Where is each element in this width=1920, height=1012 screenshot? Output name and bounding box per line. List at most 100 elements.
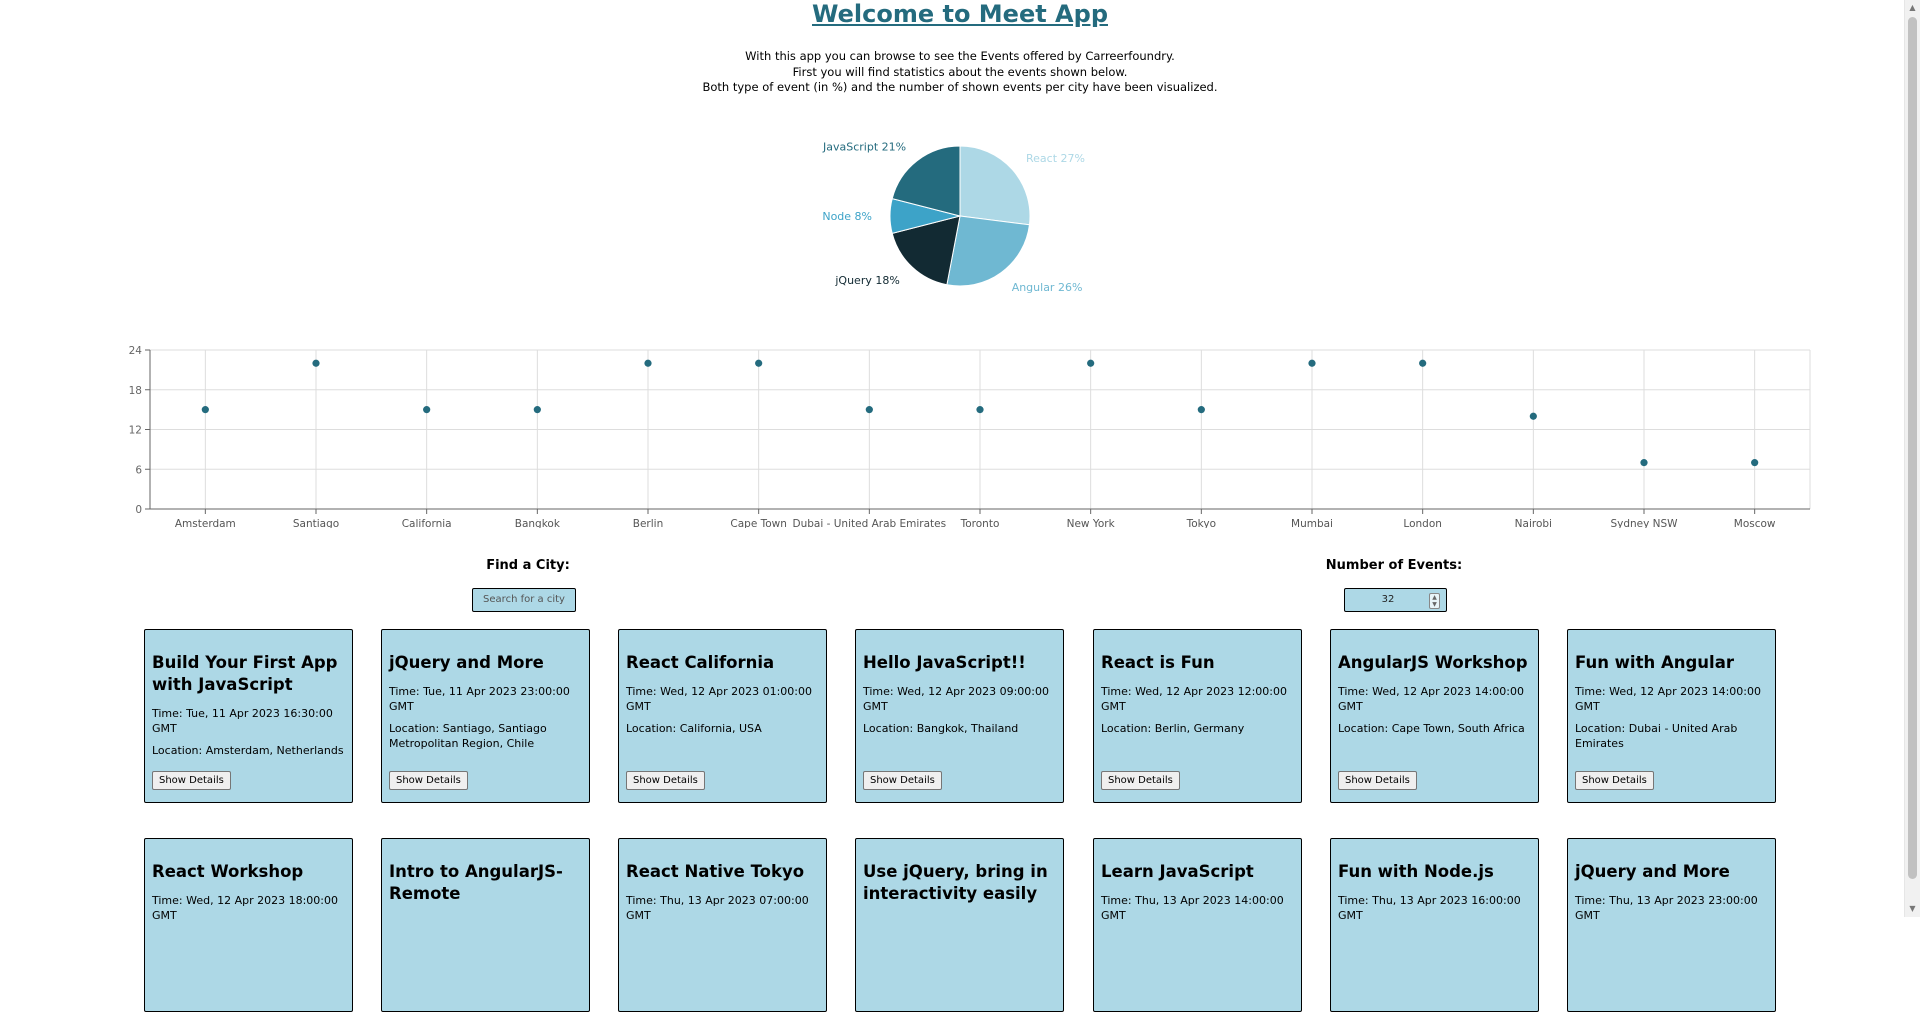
x-tick-label: Cape Town — [730, 518, 787, 528]
pie-slice-label: React 27% — [1026, 152, 1085, 165]
x-tick-label: Bangkok — [515, 518, 561, 528]
x-tick-label: California — [402, 518, 452, 528]
event-location: Location: Cape Town, South Africa — [1338, 722, 1525, 735]
event-card: Learn JavaScript Time: Thu, 13 Apr 2023 1… — [1093, 838, 1302, 1012]
intro-text: With this app you can browse to see the … — [0, 49, 1920, 96]
scatter-point[interactable] — [312, 359, 320, 367]
event-card: Fun with Angular Time: Wed, 12 Apr 2023 1… — [1567, 629, 1776, 803]
number-stepper-icon[interactable]: ▲ ▼ — [1429, 593, 1440, 609]
scrollbar-thumb[interactable] — [1908, 17, 1917, 879]
number-of-events-label: Number of Events: — [1325, 558, 1463, 573]
event-location: Location: Dubai - United Arab Emirates — [1575, 722, 1738, 750]
event-location: Location: California, USA — [626, 722, 762, 735]
event-title: Intro to AngularJS-Remote — [389, 862, 563, 903]
scatter-point[interactable] — [976, 406, 984, 414]
intro-line: Both type of event (in %) and the number… — [702, 80, 1218, 94]
show-details-button[interactable]: Show Details — [389, 771, 468, 790]
event-time: Time: Wed, 12 Apr 2023 18:00:00 GMT — [152, 894, 339, 922]
event-card: jQuery and More Time: Tue, 11 Apr 2023 23… — [381, 629, 590, 803]
pie-slice-react — [959, 145, 1031, 226]
scatter-point[interactable] — [644, 359, 652, 367]
pie-slice-label: Angular 26% — [1012, 281, 1083, 294]
number-of-events-input[interactable]: 32 ▲ ▼ — [1344, 588, 1447, 612]
event-time: Time: Wed, 12 Apr 2023 12:00:00 GMT — [1101, 685, 1288, 713]
event-card: Use jQuery, bring in interactivity easil… — [855, 838, 1064, 1012]
event-card: React Native Tokyo Time: Thu, 13 Apr 2023… — [618, 838, 827, 1012]
x-tick-label: Amsterdam — [175, 518, 236, 528]
event-title: React Native Tokyo — [626, 862, 805, 881]
x-tick-label: Mumbai — [1291, 518, 1333, 528]
scatter-point[interactable] — [865, 406, 873, 414]
event-time: Time: Tue, 11 Apr 2023 23:00:00 GMT — [389, 685, 570, 713]
vertical-scrollbar[interactable]: ▲ ▼ — [1904, 0, 1920, 917]
event-title: Build Your First App with JavaScript — [152, 653, 338, 694]
event-card: Intro to AngularJS-Remote — [381, 838, 590, 1012]
scatter-point[interactable] — [201, 406, 209, 414]
show-details-button[interactable]: Show Details — [152, 771, 231, 790]
event-card: Hello JavaScript!! Time: Wed, 12 Apr 2023… — [855, 629, 1064, 803]
event-time: Time: Wed, 12 Apr 2023 09:00:00 GMT — [863, 685, 1050, 713]
page-title: Welcome to Meet App — [812, 0, 1108, 28]
x-tick-label: Dubai - United Arab Emirates — [793, 518, 947, 528]
event-title: jQuery and More — [389, 653, 544, 672]
y-tick-label: 24 — [129, 345, 143, 357]
event-card: Fun with Node.js Time: Thu, 13 Apr 2023 1… — [1330, 838, 1539, 1012]
pie-slice-angular — [946, 215, 1031, 287]
x-tick-label: London — [1403, 518, 1442, 528]
event-time: Time: Tue, 11 Apr 2023 16:30:00 GMT — [152, 707, 333, 735]
show-details-button[interactable]: Show Details — [863, 771, 942, 790]
scatter-point[interactable] — [1087, 359, 1095, 367]
x-tick-label: Santiago — [293, 518, 339, 528]
event-time: Time: Wed, 12 Apr 2023 01:00:00 GMT — [626, 685, 813, 713]
event-title: jQuery and More — [1575, 862, 1730, 881]
events-per-city-scatter-chart: 0 6 12 18 24 Amsterdam Santiago California Bangk… — [129, 345, 1811, 528]
event-time: Time: Wed, 12 Apr 2023 14:00:00 GMT — [1338, 685, 1525, 713]
scatter-point[interactable] — [1751, 459, 1759, 467]
y-tick-label: 18 — [129, 385, 142, 397]
x-tick-label: Toronto — [960, 518, 1000, 528]
pie-slice-label: JavaScript 21% — [822, 141, 906, 154]
event-card: Build Your First App with JavaScript Time… — [144, 629, 353, 803]
scroll-down-icon[interactable]: ▼ — [1905, 901, 1920, 917]
x-tick-label: Tokyo — [1186, 518, 1216, 528]
x-tick-label: Berlin — [633, 518, 663, 528]
show-details-button[interactable]: Show Details — [1575, 771, 1654, 790]
city-search-label: Find a City: — [486, 558, 570, 573]
scatter-point[interactable] — [1419, 359, 1427, 367]
number-of-events-value: 32 — [1381, 594, 1395, 605]
event-time: Time: Thu, 13 Apr 2023 07:00:00 GMT — [626, 894, 809, 922]
event-time: Time: Thu, 13 Apr 2023 23:00:00 GMT — [1575, 894, 1758, 922]
scatter-point[interactable] — [1529, 412, 1537, 420]
scatter-point[interactable] — [1197, 406, 1205, 414]
show-details-button[interactable]: Show Details — [1338, 771, 1417, 790]
scatter-point[interactable] — [1640, 459, 1648, 467]
event-card: AngularJS Workshop Time: Wed, 12 Apr 2023… — [1330, 629, 1539, 803]
event-time: Time: Wed, 12 Apr 2023 14:00:00 GMT — [1575, 685, 1762, 713]
x-tick-label: New York — [1067, 518, 1116, 528]
event-title: Learn JavaScript — [1101, 862, 1254, 881]
scatter-point[interactable] — [1308, 359, 1316, 367]
city-search-input[interactable]: Search for a city — [472, 588, 576, 612]
event-time: Time: Thu, 13 Apr 2023 14:00:00 GMT — [1101, 894, 1284, 922]
scatter-point[interactable] — [755, 359, 763, 367]
event-title: AngularJS Workshop — [1338, 653, 1528, 672]
pie-slice-label: Node 8% — [822, 210, 872, 223]
event-location: Location: Amsterdam, Netherlands — [152, 744, 344, 757]
event-location: Location: Santiago, Santiago Metropolita… — [389, 722, 547, 750]
event-title: Fun with Angular — [1575, 653, 1734, 672]
event-location: Location: Bangkok, Thailand — [863, 722, 1019, 735]
event-card: React California Time: Wed, 12 Apr 2023 0… — [618, 629, 827, 803]
intro-line: First you will find statistics about the… — [792, 64, 1128, 79]
event-location: Location: Berlin, Germany — [1101, 722, 1245, 735]
event-genre-pie-chart: React 27% Angular 26% jQuery 18% Node 8% Jav… — [822, 141, 1085, 295]
scatter-point[interactable] — [423, 406, 431, 414]
scatter-point[interactable] — [533, 406, 541, 414]
x-tick-label: Nairobi — [1515, 518, 1552, 528]
scroll-up-icon[interactable]: ▲ — [1905, 0, 1920, 16]
show-details-button[interactable]: Show Details — [626, 771, 705, 790]
event-title: React is Fun — [1101, 653, 1215, 672]
event-card: React is Fun Time: Wed, 12 Apr 2023 12:00… — [1093, 629, 1302, 803]
y-tick-label: 0 — [135, 504, 142, 516]
event-title: Hello JavaScript!! — [863, 653, 1026, 672]
show-details-button[interactable]: Show Details — [1101, 771, 1180, 790]
